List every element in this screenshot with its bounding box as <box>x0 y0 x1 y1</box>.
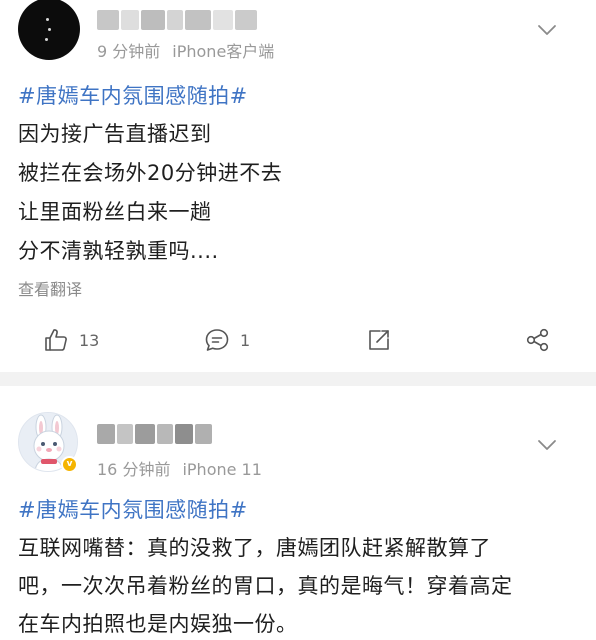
post-separator <box>0 372 596 386</box>
comment-button[interactable]: 1 <box>204 323 250 357</box>
post-card-1[interactable]: 9 分钟前 iPhone客户端 #唐嫣车内氛围感随拍# 因为接广告直播迟到 被拦在… <box>0 0 596 372</box>
avatar[interactable] <box>18 0 80 60</box>
weibo-comment-feed: 9 分钟前 iPhone客户端 #唐嫣车内氛围感随拍# 因为接广告直播迟到 被拦在… <box>0 0 596 640</box>
post-meta: 9 分钟前 iPhone客户端 <box>97 38 274 62</box>
post-text-line: 分不清孰轻孰重吗.... <box>18 239 219 263</box>
hashtag-link[interactable]: #唐嫣车内氛围感随拍# <box>18 494 248 524</box>
post-meta: 16 分钟前 iPhone 11 <box>97 456 262 480</box>
comment-count: 1 <box>240 330 251 350</box>
chevron-down-icon[interactable] <box>536 23 558 37</box>
post-text-line: 在车内拍照也是内娱独一份。 <box>18 612 298 636</box>
avatar-star-icon <box>46 18 49 21</box>
post-text-line: 因为接广告直播迟到 <box>18 122 212 146</box>
share-button[interactable] <box>525 323 551 357</box>
username-blurred[interactable] <box>97 10 257 30</box>
repost-button[interactable] <box>366 323 392 357</box>
like-button[interactable]: 13 <box>43 323 99 357</box>
avatar-star-icon <box>48 28 51 31</box>
post-text-line: 让里面粉丝白来一趟 <box>18 200 212 224</box>
comment-icon <box>204 327 230 353</box>
post-time: 16 分钟前 <box>97 460 171 479</box>
post-text-line: 互联网嘴替：真的没救了，唐嫣团队赶紧解散算了 <box>18 536 491 560</box>
post-time: 9 分钟前 <box>97 42 161 61</box>
post-client: iPhone客户端 <box>172 42 275 61</box>
share-icon <box>525 327 551 353</box>
repost-icon <box>366 327 392 353</box>
hashtag-link[interactable]: #唐嫣车内氛围感随拍# <box>18 80 248 110</box>
post-text-line: 吧，一次次吊着粉丝的胃口，真的是晦气！穿着高定 <box>18 574 513 598</box>
post-card-2[interactable]: v 16 分钟前 iPhone 11 #唐嫣车内氛围感随拍# 互联网嘴替：真的没救… <box>0 386 596 640</box>
chevron-down-icon[interactable] <box>536 438 558 452</box>
view-translation-link[interactable]: 查看翻译 <box>18 276 82 300</box>
verified-badge-icon: v <box>61 456 78 473</box>
avatar-star-icon <box>45 38 48 41</box>
post-client: iPhone 11 <box>182 460 262 479</box>
like-count: 13 <box>79 330 100 350</box>
post-text-line: 被拦在会场外20分钟进不去 <box>18 161 283 185</box>
username-blurred[interactable] <box>97 424 212 444</box>
thumbs-up-icon <box>43 327 69 353</box>
